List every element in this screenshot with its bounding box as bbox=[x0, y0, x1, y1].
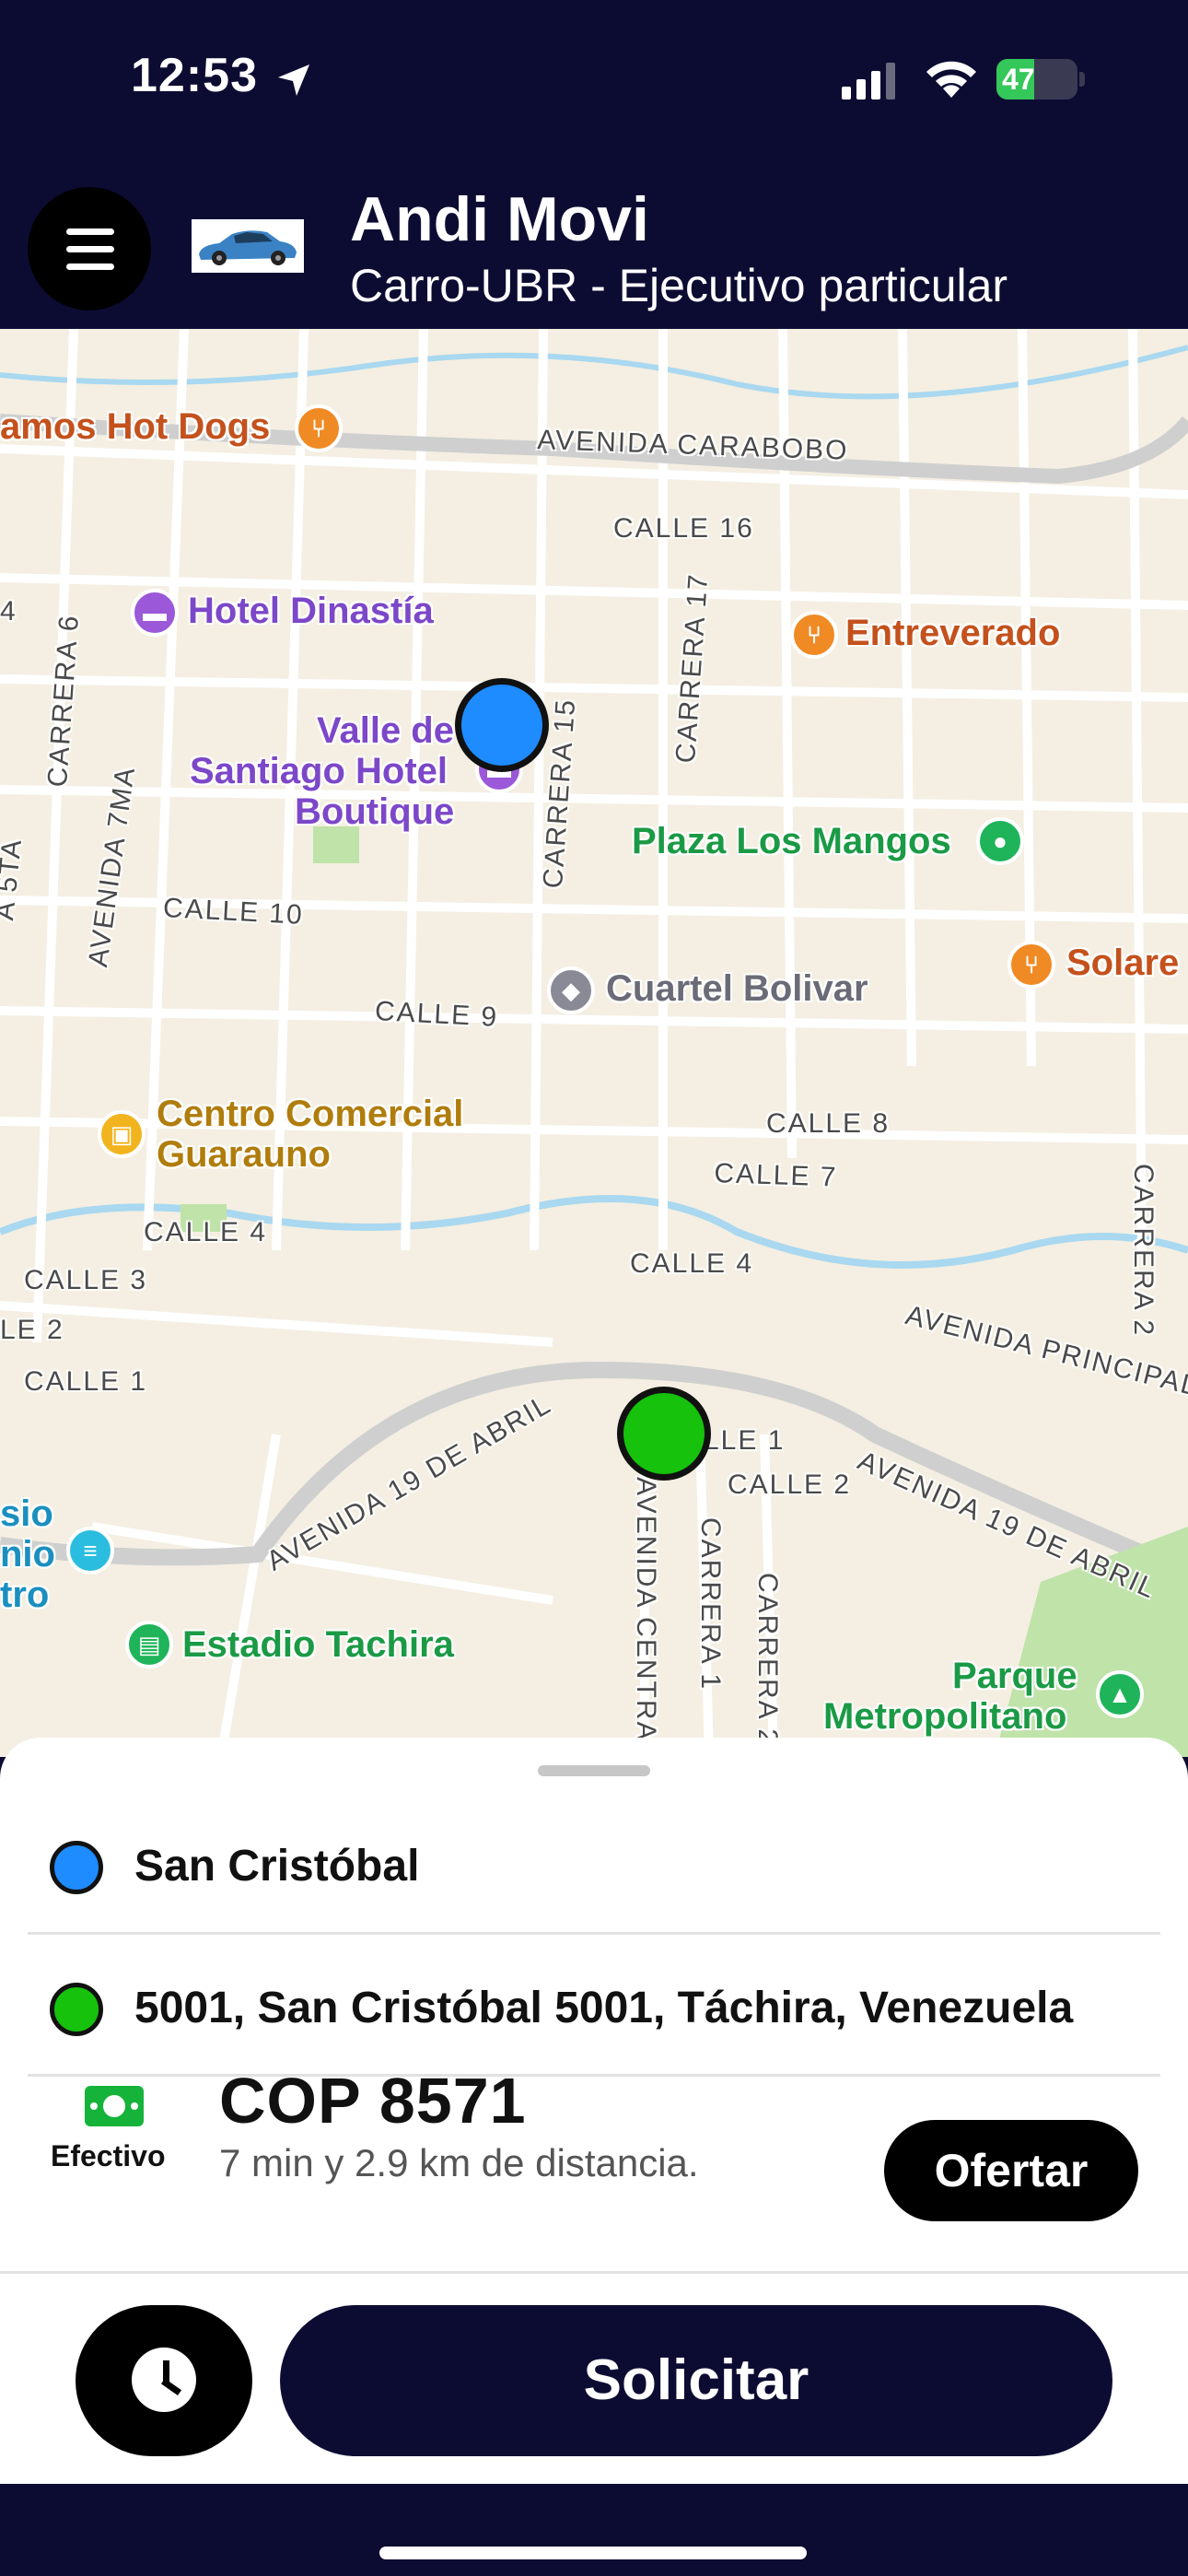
poi-centro-label-2[interactable]: Guarauno bbox=[157, 1134, 331, 1176]
restaurant-icon[interactable]: ⑂ bbox=[295, 404, 343, 452]
poi-valle-label-3[interactable]: Boutique bbox=[295, 791, 454, 833]
poi-valle-label-1[interactable]: Valle de bbox=[317, 710, 454, 752]
poi-hot-dogs-label[interactable]: amos Hot Dogs bbox=[0, 406, 270, 448]
battery-percent: 47 bbox=[1002, 63, 1035, 96]
cellular-signal-icon bbox=[842, 63, 895, 100]
street-label: CARRERA 2 bbox=[1128, 1164, 1159, 1338]
origin-address: San Cristóbal bbox=[134, 1842, 420, 1891]
app-header: Andi Movi Carro-UBR - Ejecutivo particul… bbox=[0, 161, 1188, 329]
wifi-icon bbox=[926, 61, 976, 98]
street-label: CALLE 3 bbox=[24, 1265, 148, 1295]
restaurant-icon[interactable]: ⑂ bbox=[790, 611, 838, 659]
origin-row[interactable]: San Cristóbal bbox=[28, 1795, 1160, 1935]
offer-button[interactable]: Ofertar bbox=[884, 2120, 1138, 2221]
home-indicator[interactable] bbox=[379, 2547, 807, 2559]
poi-centro-label-1[interactable]: Centro Comercial bbox=[157, 1094, 463, 1135]
poi-parque-label-1[interactable]: Parque bbox=[952, 1656, 1077, 1697]
fare-row: Efectivo COP 8571 7 min y 2.9 km de dist… bbox=[0, 2025, 1188, 2274]
shopping-bag-icon[interactable]: ▣ bbox=[98, 1110, 146, 1158]
park-tree-icon[interactable]: ▲ bbox=[1096, 1670, 1144, 1718]
poi-solare-label[interactable]: Solare bbox=[1066, 943, 1179, 984]
status-time: 12:53 bbox=[131, 49, 258, 102]
driver-name: Andi Movi bbox=[350, 184, 649, 254]
street-label: CALLE 16 bbox=[613, 513, 754, 544]
poi-sio-label-3[interactable]: tro bbox=[0, 1575, 49, 1616]
origin-pin[interactable] bbox=[455, 678, 549, 772]
sheet-grabber[interactable] bbox=[538, 1765, 650, 1776]
poi-entreverado-label[interactable]: Entreverado bbox=[845, 613, 1060, 654]
street-label: LLE 1 bbox=[704, 1425, 786, 1456]
home-area bbox=[0, 2484, 1188, 2576]
menu-button[interactable] bbox=[28, 187, 151, 310]
street-label: CARRERA 1 bbox=[695, 1517, 726, 1692]
poi-hotel-dinastia-label[interactable]: Hotel Dinastía bbox=[188, 591, 434, 632]
origin-dot-icon bbox=[50, 1841, 103, 1894]
street-label: CALLE 8 bbox=[766, 1108, 891, 1139]
stadium-icon[interactable]: ▤ bbox=[125, 1621, 173, 1669]
poi-plaza-label[interactable]: Plaza Los Mangos bbox=[632, 821, 951, 862]
street-label: CALLE 2 bbox=[728, 1469, 852, 1500]
street-label: CALLE 7 bbox=[713, 1158, 838, 1193]
battery-indicator: 47 bbox=[996, 59, 1085, 100]
trip-info: 7 min y 2.9 km de distancia. bbox=[219, 2141, 699, 2184]
restaurant-icon[interactable]: ⑂ bbox=[1007, 941, 1055, 989]
map-view[interactable]: amos Hot Dogs ⑂ ▬ Hotel Dinastía Valle d… bbox=[0, 329, 1188, 1757]
schedule-button[interactable] bbox=[76, 2305, 252, 2456]
destination-pin[interactable] bbox=[617, 1387, 711, 1481]
trip-price: COP 8571 bbox=[219, 2065, 527, 2137]
poi-sio-label-1[interactable]: sio bbox=[0, 1493, 53, 1535]
status-bar: 12:53 47 bbox=[0, 0, 1188, 161]
poi-estadio-label[interactable]: Estadio Tachira bbox=[182, 1624, 454, 1666]
request-button[interactable]: Solicitar bbox=[280, 2305, 1112, 2456]
trip-bottom-sheet: San Cristóbal 5001, San Cristóbal 5001, … bbox=[0, 1738, 1188, 2484]
poi-sio-label-2[interactable]: nio bbox=[0, 1534, 55, 1575]
street-label: CALLE 9 bbox=[374, 996, 499, 1033]
shopping-icon[interactable]: ● bbox=[976, 817, 1024, 865]
street-label: CALLE 4 bbox=[630, 1248, 754, 1279]
poi-cuartel-label[interactable]: Cuartel Bolivar bbox=[606, 968, 868, 1010]
street-label: 4 bbox=[0, 596, 17, 626]
location-arrow-icon bbox=[278, 64, 309, 96]
gym-icon[interactable]: ≡ bbox=[66, 1527, 114, 1575]
street-label: LE 2 bbox=[0, 1315, 64, 1345]
poi-parque-label-2[interactable]: Metropolitano bbox=[823, 1696, 1066, 1738]
street-label: CARRERA 2 bbox=[752, 1573, 783, 1747]
street-label: CALLE 4 bbox=[144, 1217, 268, 1247]
police-shield-icon[interactable]: ◆ bbox=[547, 966, 595, 1014]
street-label: AVENIDA CENTRAL bbox=[631, 1477, 661, 1757]
car-thumbnail-icon bbox=[192, 219, 304, 273]
hotel-icon[interactable]: ▬ bbox=[131, 589, 179, 637]
poi-valle-label-2[interactable]: Santiago Hotel bbox=[190, 751, 448, 792]
payment-method-label[interactable]: Efectivo bbox=[51, 2139, 165, 2173]
street-label: CALLE 1 bbox=[24, 1366, 148, 1397]
cash-icon[interactable] bbox=[85, 2086, 144, 2126]
vehicle-description: Carro-UBR - Ejecutivo particular bbox=[350, 260, 1008, 311]
